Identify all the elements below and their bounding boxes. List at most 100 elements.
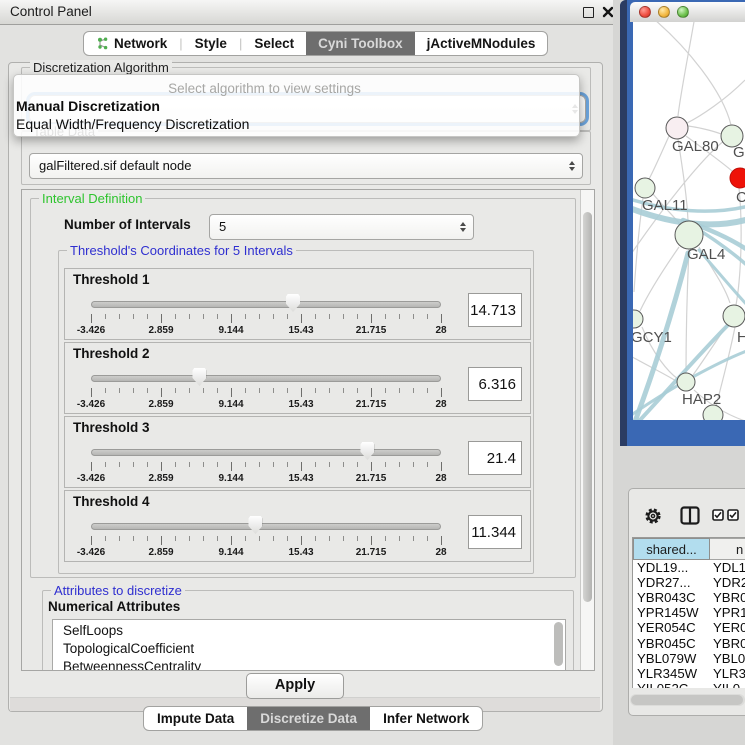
table-row[interactable]: YPR145WYPR1: [633, 605, 745, 621]
tab-impute-data[interactable]: Impute Data: [144, 707, 247, 730]
threshold-value-field[interactable]: 21.4: [468, 441, 522, 475]
node-label: HAP2: [682, 391, 721, 408]
network-node-hap2[interactable]: [677, 373, 695, 391]
float-window-icon[interactable]: [583, 7, 594, 18]
gear-icon[interactable]: [644, 507, 662, 525]
network-icon: [96, 37, 109, 50]
popup-prompt-item[interactable]: Select algorithm to view settings: [14, 75, 579, 97]
mac-minimize-icon[interactable]: [658, 6, 670, 18]
attributes-list-scrollbar[interactable]: [553, 621, 564, 671]
cell-shared-name: YBR043C: [637, 590, 696, 605]
threshold-slider-2[interactable]: -3.4262.8599.14415.4321.71528: [91, 369, 442, 411]
threshold-panel-4: Threshold 4 -3.4262.8599.14415.4321.71528…: [64, 490, 531, 562]
threshold-label: Threshold 3: [73, 420, 150, 435]
network-node-gal4[interactable]: [675, 221, 703, 249]
network-node-gal80[interactable]: [666, 117, 688, 139]
table-data-combobox[interactable]: galFiltered.sif default node: [29, 153, 583, 179]
cell-name: YIL0: [713, 681, 740, 688]
scrollbar-thumb[interactable]: [583, 212, 592, 602]
tab-label: Network: [114, 36, 167, 51]
slider-ticks-major: [91, 462, 442, 471]
control-panel-title: Control Panel: [10, 4, 92, 19]
threshold-panel-3: Threshold 3 -3.4262.8599.14415.4321.71528…: [64, 416, 531, 488]
threshold-slider-4[interactable]: -3.4262.8599.14415.4321.71528: [91, 517, 442, 559]
slider-tick-label: -3.426: [61, 547, 121, 558]
list-item-selfloops[interactable]: SelfLoops: [53, 622, 565, 640]
checkbox-icon[interactable]: [727, 509, 739, 521]
network-node-h[interactable]: [723, 305, 745, 327]
table-row[interactable]: YBR045C YBR0: [633, 636, 745, 652]
table-data-value: galFiltered.sif default node: [30, 154, 582, 178]
network-canvas[interactable]: GAL80GCGAL11GAL4GCY1HHAP2: [633, 22, 745, 420]
list-item-betweennesscentrality[interactable]: BetweennessCentrality: [53, 658, 565, 671]
settings-vertical-scrollbar[interactable]: [580, 190, 594, 670]
mac-zoom-icon[interactable]: [677, 6, 689, 18]
cell-name: YBR0: [713, 590, 745, 605]
network-node-c[interactable]: [730, 168, 745, 188]
slider-thumb-icon[interactable]: [248, 516, 262, 534]
cell-shared-name: YBR045C: [637, 636, 696, 651]
cell-name: YPR1: [713, 605, 745, 620]
scrollbar-thumb[interactable]: [631, 695, 743, 705]
slider-tick-label: 21.715: [341, 399, 401, 410]
slider-thumb-icon[interactable]: [286, 294, 300, 312]
slider-tick-label: 15.43: [271, 325, 331, 336]
tab-select[interactable]: Select: [242, 32, 306, 55]
tab-label: Discretize Data: [260, 711, 357, 726]
node-label: GAL4: [687, 246, 725, 263]
network-node-gcy1[interactable]: [633, 310, 643, 328]
checkbox-icon[interactable]: [712, 509, 724, 521]
column-header-n[interactable]: n: [710, 538, 745, 560]
popup-item-equal-width-frequency-discretization[interactable]: Equal Width/Frequency Discretization: [14, 115, 579, 133]
threshold-value-field[interactable]: 14.713: [468, 293, 522, 327]
threshold-label: Threshold 4: [73, 494, 150, 509]
table-row[interactable]: YBR043C YBR0: [633, 590, 745, 606]
slider-thumb-icon[interactable]: [360, 442, 374, 460]
threshold-slider-3[interactable]: -3.4262.8599.14415.4321.71528: [91, 443, 442, 485]
cell-name: YBR0: [713, 636, 745, 651]
interval-definition-title: Interval Definition: [39, 191, 145, 206]
slider-tick-label: 28: [411, 325, 471, 336]
table-horizontal-scrollbar[interactable]: [630, 694, 745, 706]
threshold-value-field[interactable]: 11.344: [468, 515, 522, 549]
split-table-icon[interactable]: [680, 506, 700, 525]
tab-style[interactable]: Style: [183, 32, 239, 55]
network-node-gal11[interactable]: [635, 178, 655, 198]
table-row[interactable]: YDR27...YDR2: [633, 575, 745, 591]
node-attribute-table[interactable]: shared...nYDL19...YDL1YDR27...YDR2YBR043…: [632, 537, 745, 688]
slider-tick-label: 28: [411, 547, 471, 558]
apply-button[interactable]: Apply: [246, 673, 344, 699]
threshold-panel-1: Threshold 1-3.4262.8599.14415.4321.71528…: [64, 268, 531, 340]
numerical-attributes-label: Numerical Attributes: [48, 599, 180, 614]
tab-cyni-toolbox[interactable]: Cyni Toolbox: [306, 32, 415, 55]
tab-discretize-data[interactable]: Discretize Data: [247, 707, 370, 730]
attributes-list[interactable]: SelfLoopsTopologicalCoefficientBetweenne…: [52, 619, 566, 671]
mac-close-icon[interactable]: [639, 6, 651, 18]
tab-infer-network[interactable]: Infer Network: [370, 707, 482, 730]
tab-jactivemnodules[interactable]: jActiveMNodules: [415, 32, 548, 55]
attributes-group-title: Attributes to discretize: [51, 583, 185, 598]
slider-tick-label: 2.859: [131, 325, 191, 336]
list-item-topologicalcoefficient[interactable]: TopologicalCoefficient: [53, 640, 565, 658]
slider-thumb-icon[interactable]: [192, 368, 206, 386]
slider-track: [91, 301, 441, 308]
node-label: G: [733, 144, 745, 161]
slider-tick-label: -3.426: [61, 473, 121, 484]
slider-track: [91, 375, 441, 382]
num-intervals-combobox[interactable]: 5: [209, 214, 474, 240]
cell-shared-name: YBL079W: [637, 651, 696, 666]
control-panel-tabbar: Network|Style|SelectCyni ToolboxjActiveM…: [83, 31, 548, 56]
tab-network[interactable]: Network: [84, 32, 179, 55]
application-window: Control Panel Network|Style|SelectCyni T…: [0, 0, 745, 745]
table-row[interactable]: YER054CYER0: [633, 620, 745, 636]
threshold-label: Threshold 2: [73, 346, 150, 361]
cyni-bottom-tabbar: Impute Data Discretize Data Infer Network: [143, 706, 483, 731]
threshold-slider-1[interactable]: -3.4262.8599.14415.4321.71528: [91, 295, 442, 337]
table-row[interactable]: YBL079WYBL0: [633, 651, 745, 667]
popup-item-manual-discretization[interactable]: Manual Discretization: [14, 97, 579, 115]
table-row[interactable]: YIL052CYIL0: [633, 681, 745, 688]
table-row[interactable]: YDL19...YDL1: [633, 560, 745, 576]
column-header-shared[interactable]: shared...: [633, 538, 710, 560]
threshold-value-field[interactable]: 6.316: [468, 367, 522, 401]
table-row[interactable]: YLR345WYLR3: [633, 666, 745, 682]
